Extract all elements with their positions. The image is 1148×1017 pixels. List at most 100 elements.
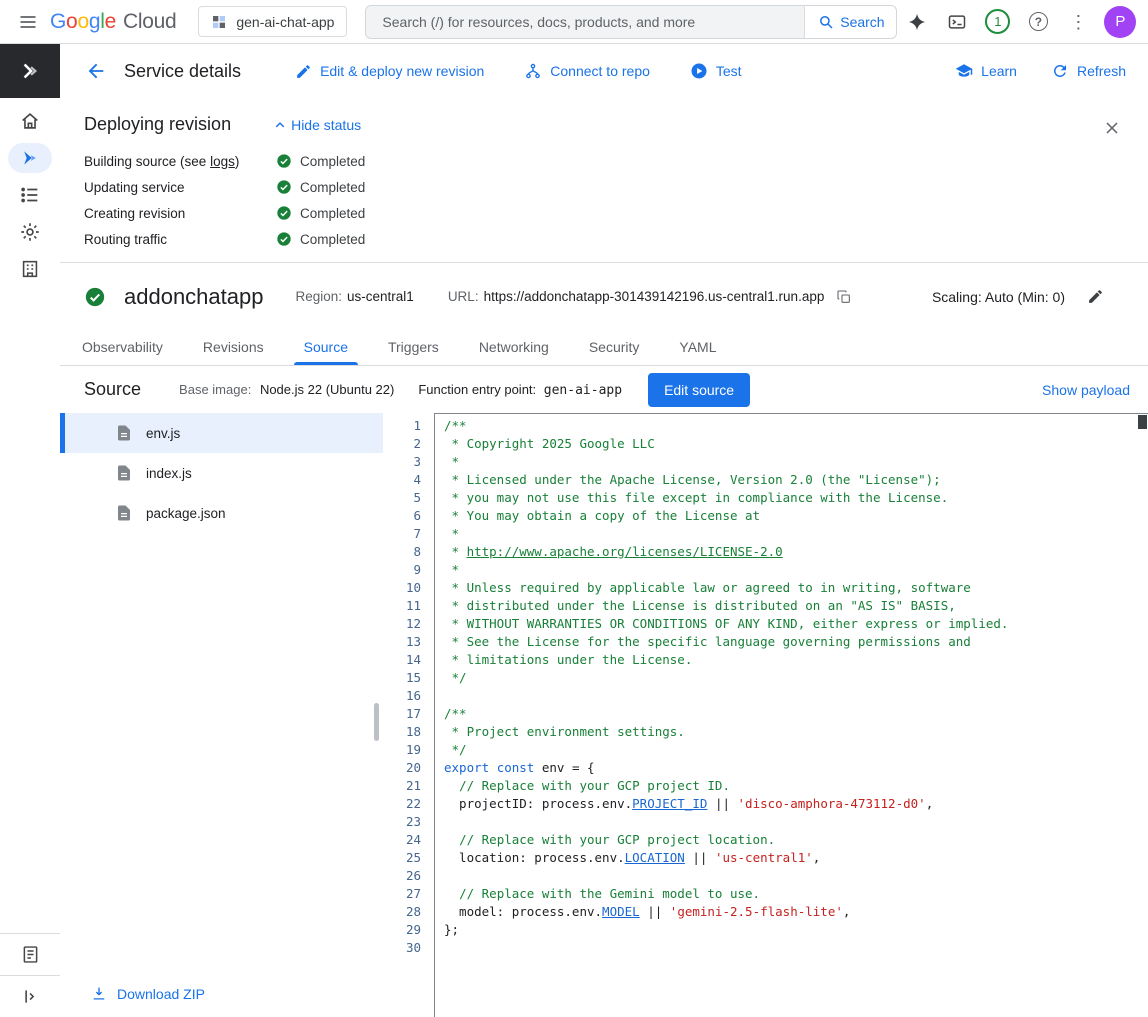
search-bar: Search xyxy=(365,5,897,39)
mini-sidebar xyxy=(0,44,60,1017)
code-scrollbar-thumb[interactable] xyxy=(1138,415,1147,429)
line-number: 17 xyxy=(383,705,421,723)
avatar[interactable]: P xyxy=(1104,6,1136,38)
search-button[interactable]: Search xyxy=(804,6,896,38)
line-number: 1 xyxy=(383,417,421,435)
cloud-run-logo-icon xyxy=(17,58,43,84)
tab-observability[interactable]: Observability xyxy=(62,330,183,365)
code-line: export const env = { xyxy=(444,759,1134,777)
line-number: 24 xyxy=(383,831,421,849)
code-line xyxy=(444,867,1134,885)
cloud-run-icon xyxy=(20,148,40,168)
google-cloud-logo[interactable]: Google Cloud xyxy=(50,10,176,34)
hamburger-icon xyxy=(18,12,38,32)
tab-networking[interactable]: Networking xyxy=(459,330,569,365)
tab-revisions[interactable]: Revisions xyxy=(183,330,284,365)
gemini-button[interactable] xyxy=(897,2,937,42)
sidebar-item-release-notes[interactable] xyxy=(0,933,60,975)
google-logo-word: Google xyxy=(50,10,116,34)
code-line: * xyxy=(444,561,1134,579)
file-item-index-js[interactable]: index.js xyxy=(60,453,383,493)
line-number: 23 xyxy=(383,813,421,831)
line-number: 12 xyxy=(383,615,421,633)
file-item-package-json[interactable]: package.json xyxy=(60,493,383,533)
code-line: /** xyxy=(444,705,1134,723)
file-icon xyxy=(115,424,133,442)
copy-url-button[interactable] xyxy=(834,287,854,307)
download-zip-button[interactable]: Download ZIP xyxy=(90,985,205,1003)
tab-security[interactable]: Security xyxy=(569,330,660,365)
menu-button[interactable] xyxy=(8,2,48,42)
sidebar-item-cloud-run[interactable] xyxy=(8,143,52,173)
close-panel-button[interactable] xyxy=(1092,108,1132,148)
base-image-label: Base image: xyxy=(179,382,251,397)
help-button[interactable]: ? xyxy=(1018,2,1058,42)
line-number: 10 xyxy=(383,579,421,597)
search-input[interactable] xyxy=(366,6,804,38)
code-pane[interactable]: /** * Copyright 2025 Google LLC * * Lice… xyxy=(434,413,1148,1017)
learn-label: Learn xyxy=(981,63,1017,79)
sidebar-collapse-button[interactable] xyxy=(0,975,60,1017)
app-header: Google Cloud gen-ai-chat-app Search 1 ? … xyxy=(0,0,1148,44)
cloud-shell-button[interactable] xyxy=(937,2,977,42)
building-icon xyxy=(19,258,41,280)
line-number: 27 xyxy=(383,885,421,903)
sidebar-item-organization[interactable] xyxy=(8,254,52,284)
edit-scaling-button[interactable] xyxy=(1085,286,1106,307)
connect-repo-label: Connect to repo xyxy=(550,63,650,79)
tabs: ObservabilityRevisionsSourceTriggersNetw… xyxy=(60,330,1148,366)
service-name: addonchatapp xyxy=(124,284,263,310)
deploy-step: Creating revisionCompleted xyxy=(84,200,1124,226)
code-line: * http://www.apache.org/licenses/LICENSE… xyxy=(444,543,1134,561)
line-number: 15 xyxy=(383,669,421,687)
sidebar-nav xyxy=(0,98,60,284)
back-button[interactable] xyxy=(76,51,116,91)
logs-link[interactable]: logs xyxy=(210,154,235,169)
region-label: Region: xyxy=(295,289,342,304)
test-button[interactable]: Test xyxy=(690,62,742,80)
edit-source-button[interactable]: Edit source xyxy=(648,373,750,407)
entry-point-label: Function entry point: xyxy=(418,382,536,397)
line-number: 13 xyxy=(383,633,421,651)
code-line: * See the License for the specific langu… xyxy=(444,633,1134,651)
step-status: Completed xyxy=(276,205,365,221)
step-status-text: Completed xyxy=(300,154,365,169)
tab-triggers[interactable]: Triggers xyxy=(368,330,459,365)
refresh-icon xyxy=(1051,62,1069,80)
edit-deploy-button[interactable]: Edit & deploy new revision xyxy=(295,63,484,80)
home-icon xyxy=(19,110,41,132)
refresh-button[interactable]: Refresh xyxy=(1051,62,1126,80)
project-name: gen-ai-chat-app xyxy=(236,14,334,30)
learn-button[interactable]: Learn xyxy=(955,62,1017,80)
sidebar-item-list[interactable] xyxy=(8,180,52,210)
show-payload-link[interactable]: Show payload xyxy=(1042,382,1130,398)
sidebar-item-home[interactable] xyxy=(8,106,52,136)
file-panel-scrollbar[interactable] xyxy=(374,703,379,741)
line-number: 6 xyxy=(383,507,421,525)
header-actions: 1 ? ⋮ P xyxy=(897,2,1140,42)
step-status-text: Completed xyxy=(300,206,365,221)
code-scrollbar[interactable] xyxy=(1137,414,1148,1017)
code-lines: /** * Copyright 2025 Google LLC * * Lice… xyxy=(444,417,1134,957)
free-trial-badge[interactable]: 1 xyxy=(985,9,1010,34)
code-line: * Copyright 2025 Google LLC xyxy=(444,435,1134,453)
hide-status-button[interactable]: Hide status xyxy=(271,116,361,134)
source-body: env.jsindex.jspackage.json Download ZIP … xyxy=(60,413,1148,1017)
tab-source[interactable]: Source xyxy=(284,330,368,365)
sidebar-item-settings[interactable] xyxy=(8,217,52,247)
file-icon xyxy=(115,504,133,522)
code-line: * xyxy=(444,453,1134,471)
tab-yaml[interactable]: YAML xyxy=(659,330,736,365)
connect-repo-button[interactable]: Connect to repo xyxy=(524,62,650,80)
line-number: 21 xyxy=(383,777,421,795)
step-status-text: Completed xyxy=(300,180,365,195)
file-panel: env.jsindex.jspackage.json Download ZIP xyxy=(60,413,383,1017)
page-title: Service details xyxy=(124,61,241,82)
code-line: }; xyxy=(444,921,1134,939)
project-selector[interactable]: gen-ai-chat-app xyxy=(198,6,347,37)
line-number: 4 xyxy=(383,471,421,489)
line-number: 25 xyxy=(383,849,421,867)
file-item-env-js[interactable]: env.js xyxy=(60,413,383,453)
url-value[interactable]: https://addonchatapp-301439142196.us-cen… xyxy=(484,289,825,304)
more-button[interactable]: ⋮ xyxy=(1058,2,1098,42)
